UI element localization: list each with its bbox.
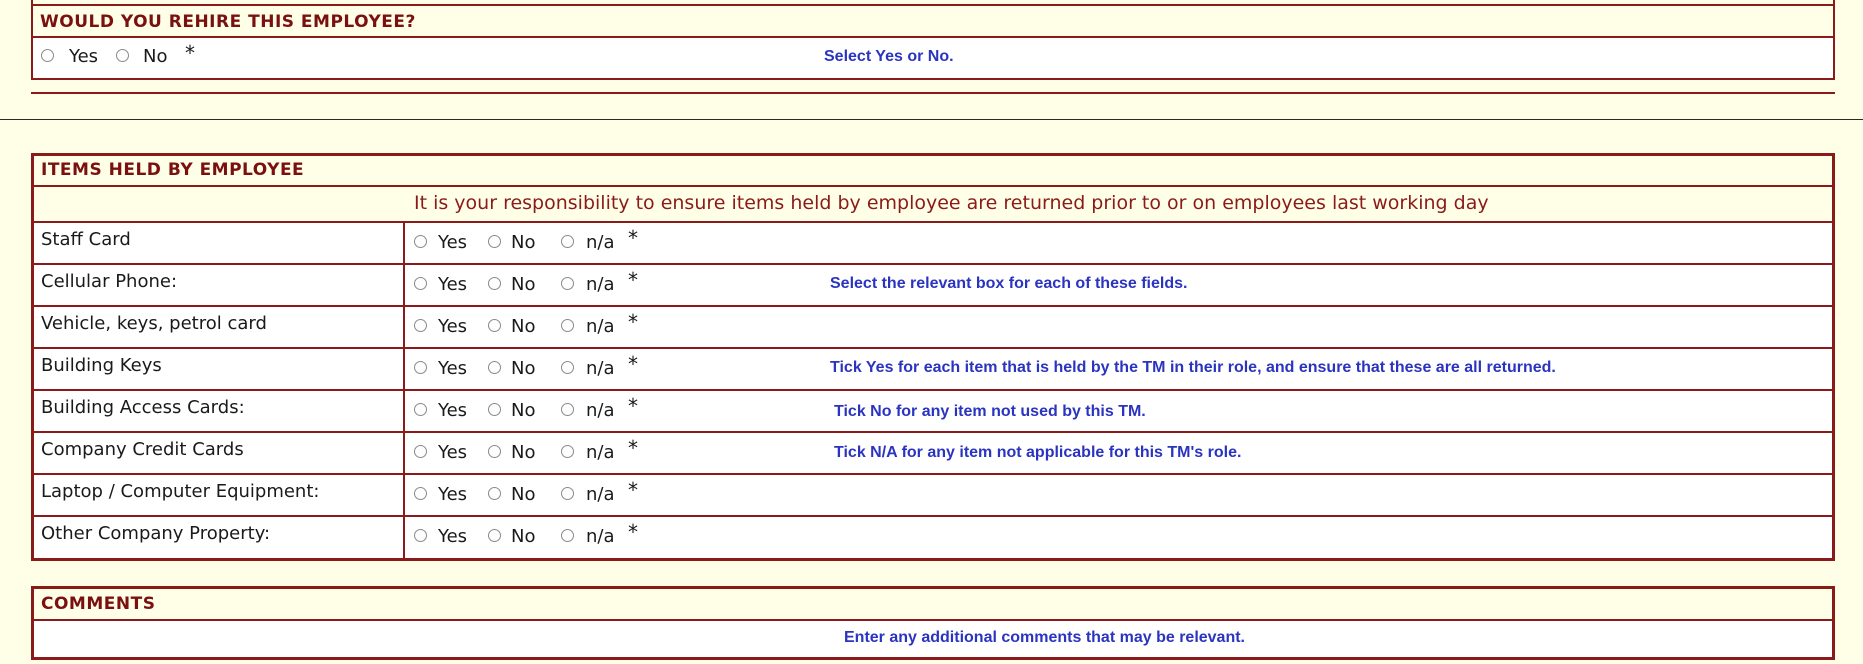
item-option-label: Yes	[438, 526, 468, 547]
item-option-label: No	[511, 484, 536, 505]
item-no-radio[interactable]	[488, 235, 501, 248]
required-asterisk: *	[628, 394, 638, 418]
required-asterisk: *	[628, 226, 638, 250]
item-option-label: n/a	[586, 232, 615, 253]
item-yes-radio[interactable]	[414, 487, 427, 500]
item-option-label: n/a	[586, 274, 615, 295]
item-option-label: No	[511, 526, 536, 547]
item-yes-radio[interactable]	[414, 277, 427, 290]
item-option-label: n/a	[586, 400, 615, 421]
item-label: Building Access Cards:	[41, 397, 245, 418]
item-option-label: n/a	[586, 526, 615, 547]
item-option-label: No	[511, 232, 536, 253]
item-hint: Tick Yes for each item that is held by t…	[830, 359, 1556, 376]
item-na-radio[interactable]	[561, 487, 574, 500]
item-yes-radio[interactable]	[414, 235, 427, 248]
items-header-row: ITEMS HELD BY EMPLOYEE	[34, 156, 1832, 187]
item-na-radio[interactable]	[561, 319, 574, 332]
item-label: Vehicle, keys, petrol card	[41, 313, 267, 334]
item-option-label: Yes	[438, 274, 468, 295]
section-divider	[31, 92, 1835, 94]
required-asterisk: *	[628, 478, 638, 502]
item-row: Staff Card Yes No n/a *	[34, 223, 1832, 265]
item-no-radio[interactable]	[488, 487, 501, 500]
item-option-label: No	[511, 316, 536, 337]
item-hint: Select the relevant box for each of thes…	[830, 275, 1188, 292]
item-yes-radio[interactable]	[414, 529, 427, 542]
required-asterisk: *	[628, 436, 638, 460]
item-option-label: Yes	[438, 316, 468, 337]
items-notice-row: It is your responsibility to ensure item…	[34, 187, 1832, 223]
item-option-label: n/a	[586, 358, 615, 379]
item-label: Staff Card	[41, 229, 131, 250]
required-asterisk: *	[628, 352, 638, 376]
required-asterisk: *	[628, 310, 638, 334]
page-divider	[0, 119, 1863, 120]
required-asterisk: *	[628, 520, 638, 544]
rehire-heading: WOULD YOU REHIRE THIS EMPLOYEE?	[40, 12, 416, 32]
item-row: Company Credit Cards Yes No n/a * Tick N/A fo…	[34, 433, 1832, 475]
rehire-yes-radio[interactable]	[41, 49, 54, 62]
item-yes-radio[interactable]	[414, 445, 427, 458]
item-hint: Tick No for any item not used by this TM…	[834, 403, 1146, 420]
item-label: Cellular Phone:	[41, 271, 178, 292]
item-no-radio[interactable]	[488, 445, 501, 458]
rehire-row: Yes No * Select Yes or No.	[33, 38, 1833, 78]
item-no-radio[interactable]	[488, 319, 501, 332]
item-label: Building Keys	[41, 355, 162, 376]
rehire-no-label: No	[143, 46, 168, 67]
item-option-label: n/a	[586, 484, 615, 505]
item-label: Company Credit Cards	[41, 439, 244, 460]
rehire-yes-label: Yes	[69, 46, 99, 67]
item-no-radio[interactable]	[488, 403, 501, 416]
item-option-label: Yes	[438, 442, 468, 463]
item-no-radio[interactable]	[488, 277, 501, 290]
items-heading: ITEMS HELD BY EMPLOYEE	[41, 160, 305, 180]
rehire-header: WOULD YOU REHIRE THIS EMPLOYEE?	[33, 4, 1833, 38]
rehire-section: WOULD YOU REHIRE THIS EMPLOYEE? Yes No *…	[31, 0, 1835, 80]
item-option-label: Yes	[438, 484, 468, 505]
rehire-no-radio[interactable]	[116, 49, 129, 62]
comments-header: COMMENTS	[34, 589, 1832, 621]
items-notice: It is your responsibility to ensure item…	[414, 192, 1489, 214]
comments-heading: COMMENTS	[41, 594, 156, 614]
item-option-label: No	[511, 442, 536, 463]
item-option-label: Yes	[438, 358, 468, 379]
required-asterisk: *	[628, 268, 638, 292]
required-asterisk: *	[185, 41, 195, 65]
item-option-label: n/a	[586, 316, 615, 337]
comments-section: COMMENTS Enter any additional comments t…	[31, 586, 1835, 660]
item-no-radio[interactable]	[488, 361, 501, 374]
item-na-radio[interactable]	[561, 403, 574, 416]
item-row: Laptop / Computer Equipment: Yes No n/a *	[34, 475, 1832, 517]
item-yes-radio[interactable]	[414, 403, 427, 416]
comments-hint: Enter any additional comments that may b…	[844, 629, 1245, 646]
item-row: Building Access Cards: Yes No n/a * Tick No f…	[34, 391, 1832, 433]
item-na-radio[interactable]	[561, 361, 574, 374]
item-option-label: No	[511, 358, 536, 379]
item-yes-radio[interactable]	[414, 361, 427, 374]
item-label: Other Company Property:	[41, 523, 271, 544]
item-option-label: n/a	[586, 442, 615, 463]
rehire-hint: Select Yes or No.	[824, 48, 954, 65]
item-row: Vehicle, keys, petrol card Yes No n/a *	[34, 307, 1832, 349]
item-label: Laptop / Computer Equipment:	[41, 481, 320, 502]
item-option-label: Yes	[438, 232, 468, 253]
item-no-radio[interactable]	[488, 529, 501, 542]
item-na-radio[interactable]	[561, 529, 574, 542]
item-row: Cellular Phone: Yes No n/a * Select the relev…	[34, 265, 1832, 307]
item-option-label: No	[511, 400, 536, 421]
item-yes-radio[interactable]	[414, 319, 427, 332]
item-na-radio[interactable]	[561, 445, 574, 458]
item-option-label: No	[511, 274, 536, 295]
item-na-radio[interactable]	[561, 235, 574, 248]
items-held-table: ITEMS HELD BY EMPLOYEE It is your respon…	[31, 153, 1835, 561]
item-option-label: Yes	[438, 400, 468, 421]
item-na-radio[interactable]	[561, 277, 574, 290]
item-hint: Tick N/A for any item not applicable for…	[834, 444, 1242, 461]
item-row: Other Company Property: Yes No n/a *	[34, 517, 1832, 559]
item-row: Building Keys Yes No n/a * Tick Yes for each …	[34, 349, 1832, 391]
